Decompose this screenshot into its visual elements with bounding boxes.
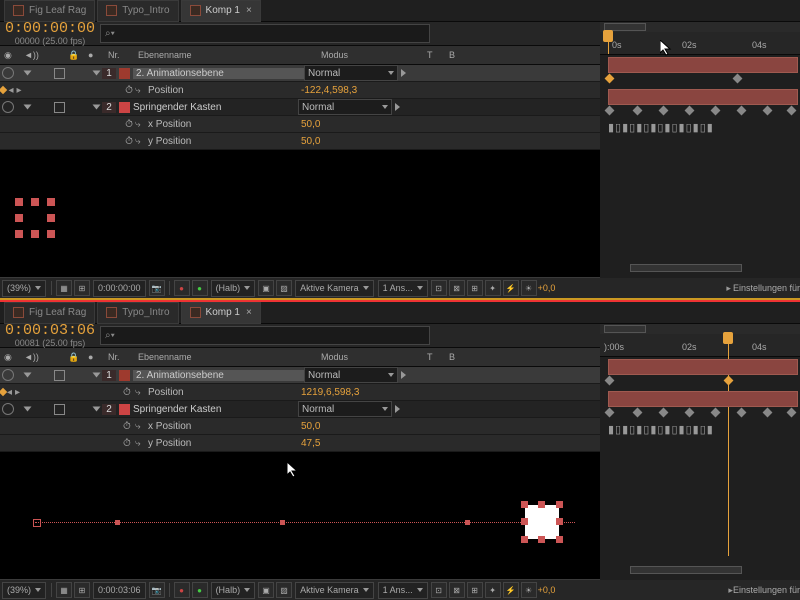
- blend-mode-select[interactable]: Normal: [304, 367, 398, 383]
- keyframe-icon[interactable]: [605, 74, 615, 84]
- viewer-toolbar: (39%) ▦ ⊞ 0:00:00:00 📷 ● ● (Halb) ▣ ▨ Ak…: [0, 277, 800, 298]
- grid-icon[interactable]: ▦: [56, 280, 72, 296]
- timecode-display[interactable]: 0:00:00:00: [93, 280, 146, 297]
- tab-typo[interactable]: Typo_Intro: [97, 302, 178, 324]
- shy-icon[interactable]: [54, 68, 65, 79]
- snapshot-icon[interactable]: 📷: [149, 582, 165, 598]
- layer-bar[interactable]: [608, 89, 798, 105]
- time-ruler[interactable]: ):00s 02s 04s: [600, 334, 800, 357]
- twirl-icon[interactable]: [93, 105, 101, 110]
- eye-icon[interactable]: [2, 369, 14, 381]
- zoom-slider[interactable]: [630, 566, 742, 574]
- color-chip[interactable]: [119, 102, 130, 113]
- prev-key-icon[interactable]: ◂: [7, 85, 15, 96]
- path-vertex[interactable]: [33, 519, 41, 527]
- transparency-icon[interactable]: ▨: [276, 280, 292, 296]
- layer-bar[interactable]: [608, 359, 798, 375]
- twirl-icon[interactable]: [93, 71, 101, 76]
- grid-icon[interactable]: ▦: [56, 582, 72, 598]
- tab-bar: Fig Leaf Rag Typo_Intro Komp 1×: [0, 302, 800, 324]
- twirl-icon[interactable]: [24, 71, 32, 76]
- path-vertex[interactable]: [465, 520, 470, 525]
- twirl-icon[interactable]: [401, 69, 406, 77]
- tab-komp1[interactable]: Komp 1×: [181, 302, 261, 324]
- resolution-select[interactable]: (Halb): [211, 280, 256, 297]
- keyframe-icon[interactable]: [733, 74, 743, 84]
- playhead-icon[interactable]: [723, 332, 733, 344]
- stopwatch-icon[interactable]: ⏱: [123, 119, 135, 130]
- fast-preview-icon[interactable]: ⚡: [503, 582, 519, 598]
- blend-mode-select[interactable]: Normal: [298, 99, 392, 115]
- current-time[interactable]: 0:00:03:06 00081 (25.00 fps): [0, 324, 100, 348]
- eye-icon[interactable]: [2, 101, 14, 113]
- color-chip[interactable]: [119, 68, 130, 79]
- keyframe-icon[interactable]: [605, 106, 615, 116]
- exposure-icon[interactable]: ☀: [521, 280, 537, 296]
- twirl-icon[interactable]: [24, 105, 32, 110]
- zoom-slider[interactable]: [630, 264, 742, 272]
- views-select[interactable]: 1 Ans...: [378, 280, 428, 297]
- stopwatch-icon[interactable]: ⏱: [123, 85, 135, 96]
- work-area-bar[interactable]: [604, 325, 646, 333]
- zoom-select[interactable]: (39%): [2, 582, 46, 599]
- layer-bbox[interactable]: [525, 505, 559, 539]
- layer-bar[interactable]: [608, 57, 798, 73]
- hold-keyframes[interactable]: ▮▯▮▯▮▯▮▯▮▯▮▯▮▯▮: [608, 121, 714, 134]
- next-key-icon[interactable]: ▸: [15, 85, 23, 96]
- roi-icon[interactable]: ▣: [258, 280, 274, 296]
- blend-mode-select[interactable]: Normal: [298, 401, 392, 417]
- path-vertex[interactable]: [280, 520, 285, 525]
- tab-figleaf[interactable]: Fig Leaf Rag: [4, 0, 95, 22]
- guides-icon[interactable]: ⊞: [74, 582, 90, 598]
- snapshot-icon[interactable]: 📷: [149, 280, 165, 296]
- channel-icon[interactable]: ●: [174, 280, 190, 296]
- stopwatch-icon[interactable]: ⏱: [123, 136, 135, 147]
- flyout-label[interactable]: Einstellungen für: [733, 585, 800, 595]
- toolbar-icon[interactable]: ⊡: [431, 280, 447, 296]
- blend-mode-select[interactable]: Normal: [304, 65, 398, 81]
- camera-select[interactable]: Aktive Kamera: [295, 582, 374, 599]
- guides-icon[interactable]: ⊞: [74, 280, 90, 296]
- tab-typo[interactable]: Typo_Intro: [97, 0, 178, 22]
- eye-icon[interactable]: [2, 67, 14, 79]
- twirl-icon[interactable]: [395, 103, 400, 111]
- time-ruler[interactable]: 0s 02s 04s: [600, 32, 800, 55]
- eye-icon[interactable]: [2, 403, 14, 415]
- shy-icon[interactable]: [54, 102, 65, 113]
- channel-icon[interactable]: ●: [192, 280, 208, 296]
- playhead-icon[interactable]: [603, 30, 613, 42]
- toolbar-icon[interactable]: ⊠: [449, 280, 465, 296]
- timecode-display[interactable]: 0:00:03:06: [93, 582, 146, 599]
- search-input[interactable]: ⌕▾: [100, 24, 430, 43]
- camera-select[interactable]: Aktive Kamera: [295, 280, 374, 297]
- tab-bar: Fig Leaf Rag Typo_Intro Komp 1×: [0, 0, 800, 22]
- close-icon[interactable]: ×: [246, 307, 252, 318]
- flyout-label[interactable]: Einstellungen für: [733, 283, 800, 293]
- toolbar-icon[interactable]: ⊞: [467, 280, 483, 296]
- layer-bar[interactable]: [608, 391, 798, 407]
- toolbar-icon[interactable]: ✦: [485, 280, 501, 296]
- path-vertex[interactable]: [115, 520, 120, 525]
- resolution-select[interactable]: (Halb): [211, 582, 256, 599]
- fast-preview-icon[interactable]: ⚡: [503, 280, 519, 296]
- search-input[interactable]: ⌕▾: [100, 326, 430, 345]
- tab-komp1[interactable]: Komp 1×: [181, 0, 261, 22]
- exposure-icon[interactable]: ☀: [521, 582, 537, 598]
- stopwatch-icon[interactable]: ⏱: [123, 387, 135, 398]
- views-select[interactable]: 1 Ans...: [378, 582, 428, 599]
- close-icon[interactable]: ×: [246, 5, 252, 16]
- current-time[interactable]: 0:00:00:00 00000 (25.00 fps): [0, 22, 100, 46]
- viewer-toolbar: (39%) ▦ ⊞ 0:00:03:06 📷 ●● (Halb) ▣▨ Akti…: [0, 579, 800, 600]
- zoom-select[interactable]: (39%): [2, 280, 46, 297]
- tab-figleaf[interactable]: Fig Leaf Rag: [4, 302, 95, 324]
- layer-bbox[interactable]: [17, 200, 53, 236]
